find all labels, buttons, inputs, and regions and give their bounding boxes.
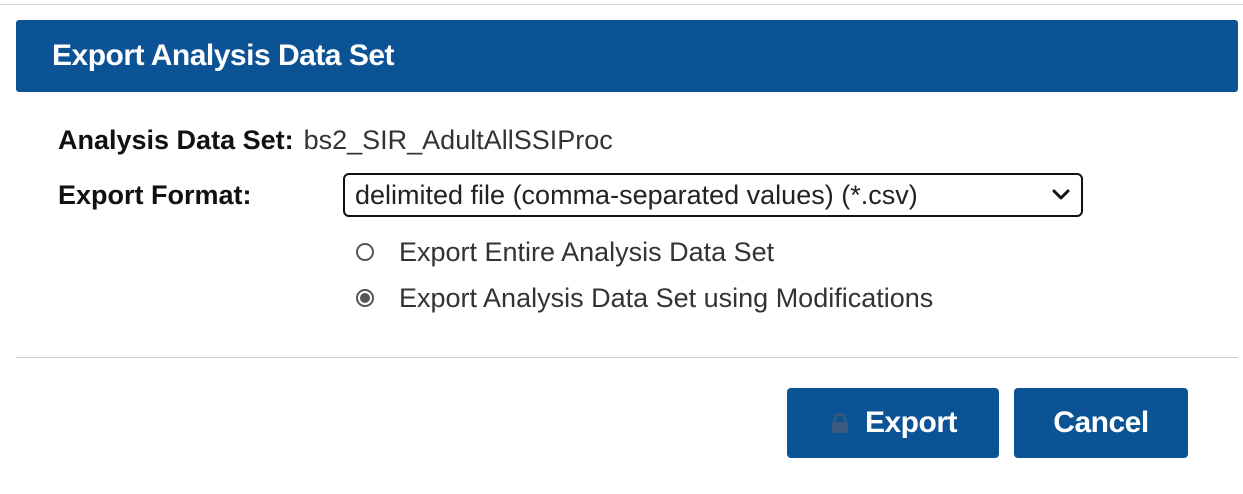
export-button-label: Export: [864, 406, 958, 439]
dataset-label: Analysis Data Set:: [58, 124, 294, 155]
top-border: [0, 4, 1243, 5]
dialog-title: Export Analysis Data Set: [52, 39, 395, 72]
dialog-title-bar: Export Analysis Data Set: [16, 20, 1238, 92]
chevron-down-icon: [1049, 183, 1073, 207]
export-button[interactable]: Export: [787, 388, 999, 458]
option-export-modifications[interactable]: Export Analysis Data Set using Modificat…: [356, 278, 933, 318]
option-export-modifications-label: Export Analysis Data Set using Modificat…: [399, 282, 934, 313]
radio-export-entire[interactable]: [356, 243, 374, 261]
option-export-entire-label: Export Entire Analysis Data Set: [399, 236, 775, 267]
export-format-select[interactable]: delimited file (comma-separated values) …: [343, 173, 1083, 217]
footer-divider: [16, 357, 1238, 358]
lock-icon: [829, 411, 851, 435]
export-format-selected: delimited file (comma-separated values) …: [355, 179, 918, 210]
dataset-row: Analysis Data Set: bs2_SIR_AdultAllSSIPr…: [58, 120, 613, 160]
radio-export-modifications[interactable]: [356, 289, 374, 307]
dataset-value: bs2_SIR_AdultAllSSIProc: [303, 124, 613, 155]
format-label: Export Format:: [58, 179, 252, 210]
option-export-entire[interactable]: Export Entire Analysis Data Set: [356, 232, 774, 272]
cancel-button-label: Cancel: [1053, 406, 1149, 439]
radio-selected-dot: [360, 293, 370, 303]
cancel-button[interactable]: Cancel: [1014, 388, 1188, 458]
format-row: Export Format: delimited file (comma-sep…: [58, 172, 1083, 218]
export-dialog: Export Analysis Data Set Analysis Data S…: [0, 0, 1243, 494]
